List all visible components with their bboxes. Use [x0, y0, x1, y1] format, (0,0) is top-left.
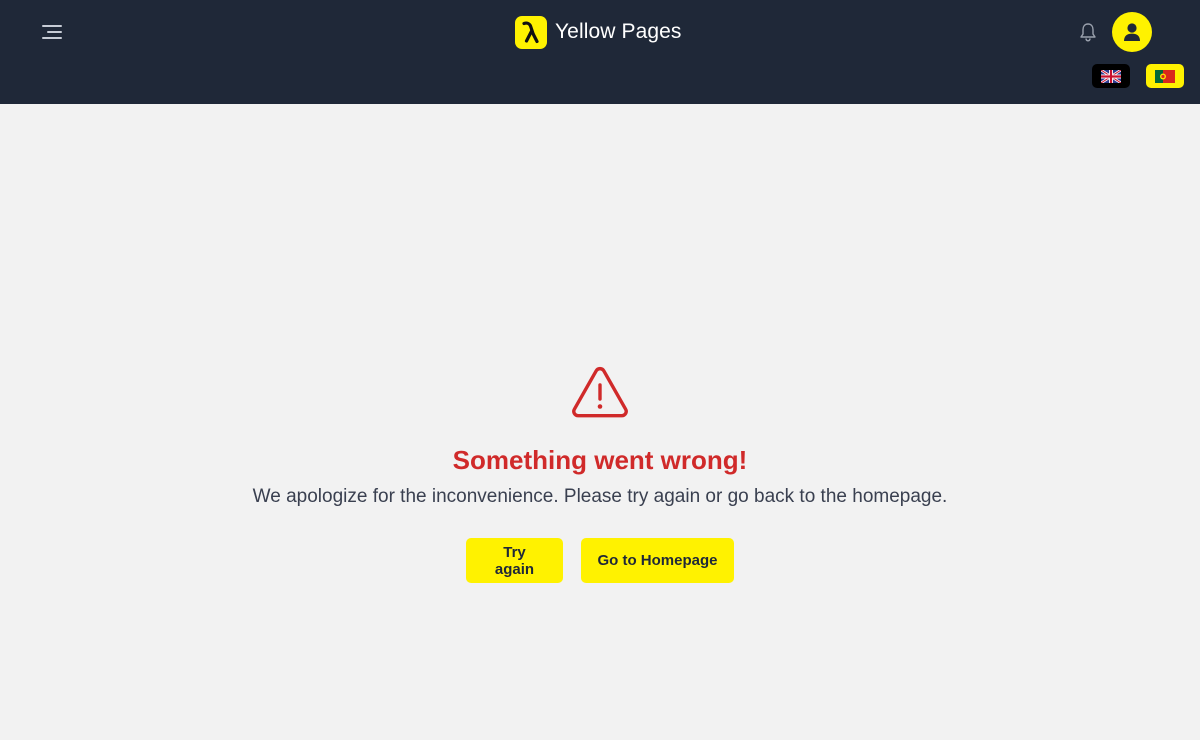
notifications-button[interactable] [1078, 22, 1098, 42]
bell-icon [1080, 23, 1096, 42]
error-message: We apologize for the inconvenience. Plea… [252, 486, 948, 507]
language-portuguese-button[interactable] [1146, 64, 1184, 88]
error-actions: Try again Go to Homepage [466, 538, 734, 583]
user-icon [1124, 23, 1140, 41]
menu-icon [42, 25, 62, 39]
portugal-flag-icon [1155, 69, 1175, 83]
walking-fingers-icon [515, 15, 547, 49]
brand-title: Yellow Pages [555, 20, 682, 43]
error-title: Something went wrong! [452, 445, 748, 475]
warning-triangle-icon [572, 366, 628, 418]
uk-flag-icon [1101, 69, 1121, 83]
error-panel: Something went wrong! We apologize for t… [0, 366, 1200, 583]
language-english-button[interactable] [1092, 64, 1130, 88]
menu-button[interactable] [38, 20, 66, 44]
top-bar: Yellow Pages [0, 0, 1200, 104]
brand-link[interactable]: Yellow Pages [515, 15, 682, 49]
go-to-homepage-button[interactable]: Go to Homepage [581, 538, 734, 583]
try-again-button[interactable]: Try again [466, 538, 563, 583]
account-button[interactable] [1112, 12, 1152, 52]
